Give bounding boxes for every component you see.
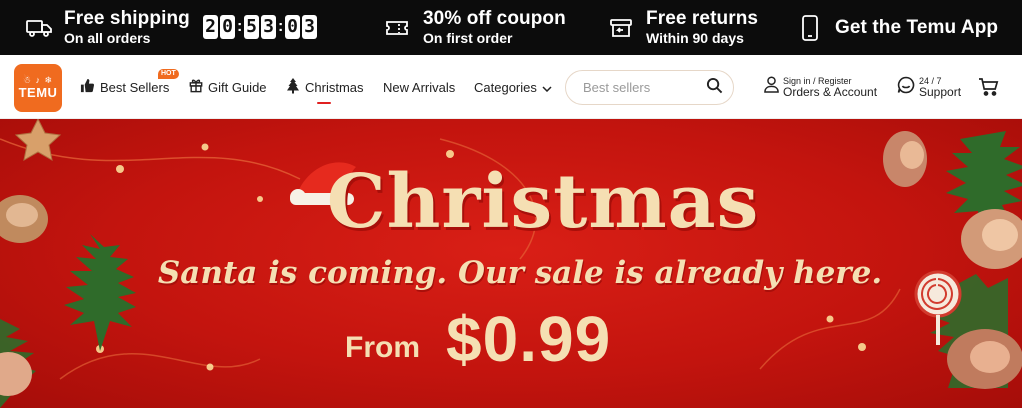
temu-logo[interactable]: ☃ ♪ ❄ TEMU — [14, 64, 62, 112]
support-menu[interactable]: 24 / 7 Support — [897, 69, 961, 105]
timer-separator: : — [278, 17, 284, 35]
timer-digit: 3 — [261, 14, 276, 39]
banner-title: Christmas — [326, 159, 760, 245]
banner-subtitle: Santa is coming. Our sale is already her… — [157, 255, 883, 291]
search-bar — [565, 70, 734, 105]
get-app-promo[interactable]: Get the Temu App — [801, 0, 998, 55]
timer-digit: 0 — [220, 14, 235, 39]
nav-christmas-label: Christmas — [305, 79, 364, 95]
support-label: Support — [919, 84, 962, 99]
active-nav-indicator — [317, 102, 331, 104]
chevron-down-icon — [542, 80, 557, 95]
support-hours-label: 24 / 7 — [919, 75, 942, 86]
timer-digit: 0 — [285, 14, 300, 39]
banner-from-label: From — [345, 331, 420, 364]
search-icon — [706, 77, 723, 99]
nav-new-arrivals[interactable]: New Arrivals — [383, 55, 455, 119]
logo-wordmark: TEMU — [18, 85, 58, 100]
free-shipping-promo[interactable]: Free shipping On all orders — [26, 0, 190, 55]
thumbs-up-icon — [80, 78, 100, 96]
free-returns-sub: Within 90 days — [646, 30, 744, 46]
free-returns-promo[interactable]: Free returns Within 90 days — [610, 0, 758, 55]
nav-best-sellers-label: Best Sellers — [100, 79, 170, 95]
promo-strip: Free shipping On all orders 2 0 : 5 3 : … — [0, 0, 1022, 55]
free-shipping-sub: On all orders — [64, 30, 151, 46]
site-header: ☃ ♪ ❄ TEMU Best Sellers HOT Gift Guide C… — [0, 55, 1022, 119]
search-input[interactable] — [583, 71, 703, 104]
cart-icon — [978, 78, 1000, 101]
search-button[interactable] — [703, 77, 725, 99]
christmas-tree-icon — [286, 77, 305, 97]
sign-in-label: Sign in / Register — [783, 75, 852, 86]
banner-price: $0.99 — [446, 303, 612, 375]
orders-account-label: Orders & Account — [783, 84, 878, 99]
timer-digit: 2 — [203, 14, 218, 39]
account-menu[interactable]: Sign in / Register Orders & Account — [764, 69, 877, 105]
coupon-title: 30% off coupon — [423, 8, 566, 29]
ticket-icon — [385, 18, 409, 38]
nav-best-sellers[interactable]: Best Sellers — [80, 55, 169, 119]
countdown-timer: 2 0 : 5 3 : 0 3 — [203, 14, 319, 39]
coupon-promo[interactable]: 30% off coupon On first order — [385, 0, 566, 55]
free-shipping-title: Free shipping — [64, 8, 190, 29]
support-chat-icon — [897, 76, 915, 99]
hot-badge: HOT — [158, 69, 179, 79]
coupon-sub: On first order — [423, 30, 513, 46]
get-app-title: Get the Temu App — [835, 17, 999, 38]
user-icon — [764, 76, 779, 98]
banner-price-block: From $0.99 — [345, 303, 645, 375]
nav-gift-guide[interactable]: Gift Guide — [189, 55, 267, 119]
truck-icon — [26, 18, 52, 38]
gift-icon — [189, 78, 208, 96]
nav-gift-guide-label: Gift Guide — [208, 79, 267, 95]
nav-new-arrivals-label: New Arrivals — [383, 79, 456, 95]
timer-digit: 3 — [302, 14, 317, 39]
free-returns-title: Free returns — [646, 8, 759, 29]
timer-digit: 5 — [244, 14, 259, 39]
phone-icon — [801, 14, 819, 41]
nav-categories-label: Categories — [474, 79, 537, 95]
timer-separator: : — [237, 17, 243, 35]
return-box-icon — [610, 18, 632, 38]
nav-categories[interactable]: Categories — [474, 55, 557, 119]
nav-christmas[interactable]: Christmas — [286, 55, 364, 119]
cart-button[interactable] — [978, 77, 1000, 97]
christmas-sale-banner[interactable]: Christmas Santa is coming. Our sale is a… — [0, 119, 1022, 408]
